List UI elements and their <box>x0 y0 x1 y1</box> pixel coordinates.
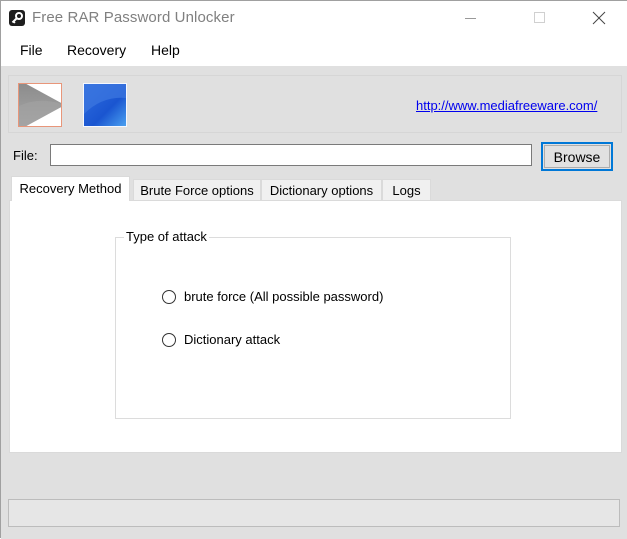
minimize-button[interactable] <box>448 1 494 35</box>
menu-recovery[interactable]: Recovery <box>67 42 126 58</box>
menu-help[interactable]: Help <box>151 42 180 58</box>
stop-recovery-button[interactable] <box>83 83 127 127</box>
tab-dictionary-options[interactable]: Dictionary options <box>261 179 382 200</box>
website-link[interactable]: http://www.mediafreeware.com/ <box>416 98 597 113</box>
dictionary-attack-label[interactable]: Dictionary attack <box>184 332 280 347</box>
close-button[interactable] <box>576 1 622 35</box>
file-label: File: <box>13 148 38 163</box>
tab-logs[interactable]: Logs <box>382 179 431 200</box>
maximize-icon <box>534 12 545 23</box>
title-bar: Free RAR Password Unlocker <box>1 1 627 35</box>
app-window: Free RAR Password Unlocker File Recovery… <box>0 0 627 539</box>
maximize-button[interactable] <box>517 1 563 35</box>
recovery-method-panel: Type of attack brute force (All possible… <box>9 200 622 453</box>
minimize-icon <box>465 18 476 19</box>
window-title: Free RAR Password Unlocker <box>32 9 235 26</box>
start-recovery-button[interactable] <box>18 83 62 127</box>
attack-type-group-title: Type of attack <box>124 229 209 244</box>
file-path-input[interactable] <box>50 144 532 166</box>
dictionary-attack-radio-option[interactable]: Dictionary attack <box>162 332 280 347</box>
menu-bar: File Recovery Help <box>1 35 627 66</box>
dictionary-attack-radio[interactable] <box>162 332 176 347</box>
brute-force-radio-option[interactable]: brute force (All possible password) <box>162 289 383 304</box>
recovery-progress-bar <box>8 499 620 527</box>
brute-force-radio[interactable] <box>162 289 176 304</box>
play-icon <box>19 84 61 126</box>
attack-type-group: Type of attack brute force (All possible… <box>115 229 511 419</box>
menu-file[interactable]: File <box>20 42 43 58</box>
brute-force-label[interactable]: brute force (All possible password) <box>184 289 383 304</box>
browse-button[interactable]: Browse <box>541 142 613 171</box>
stop-icon <box>84 84 126 126</box>
tab-brute-force-options[interactable]: Brute Force options <box>133 179 261 200</box>
key-icon <box>9 10 25 26</box>
tab-recovery-method[interactable]: Recovery Method <box>11 176 130 201</box>
close-icon <box>592 11 606 25</box>
